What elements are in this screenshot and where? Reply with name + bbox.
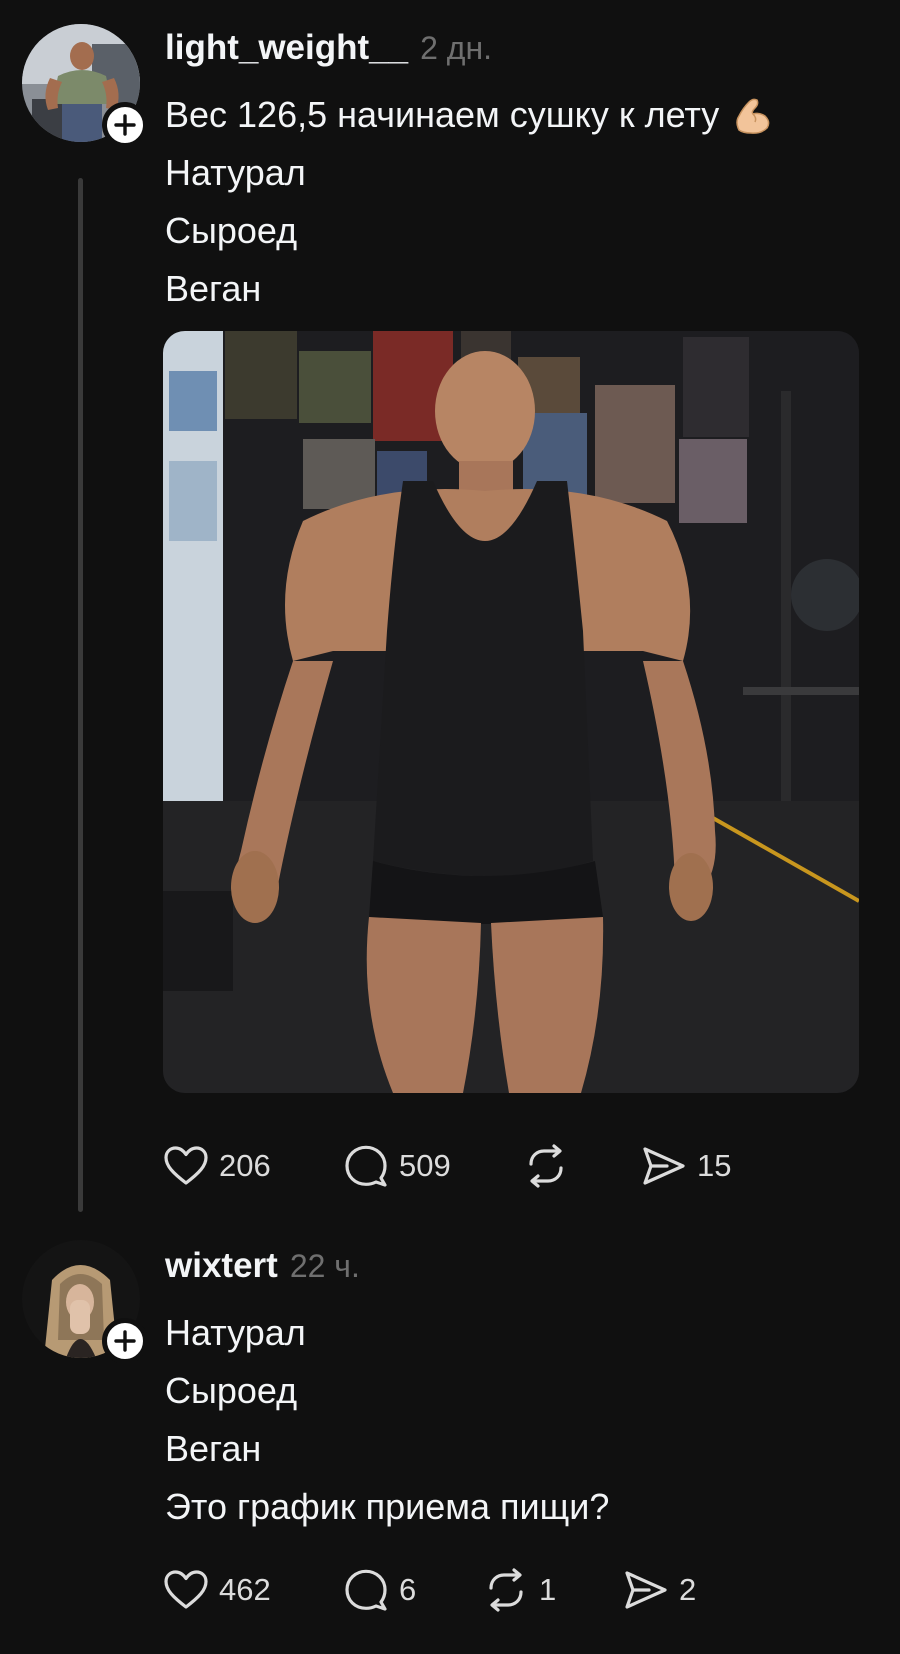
follow-button[interactable] xyxy=(102,102,148,148)
send-icon xyxy=(625,1571,667,1609)
post-1: light_weight__ 2 дн. Вес 126,5 начинаем … xyxy=(0,0,900,1220)
post-text: Вес 126,5 начинаем сушку к лету Натурал … xyxy=(165,86,773,318)
post-header: wixtert 22 ч. xyxy=(165,1246,360,1286)
author-avatar-wrap[interactable] xyxy=(22,1240,148,1364)
flexed-biceps-icon xyxy=(731,94,773,136)
like-count: 206 xyxy=(219,1148,271,1183)
post-actions: 462 6 1 2 xyxy=(163,1568,743,1612)
text-line: Вес 126,5 начинаем сушку к лету xyxy=(165,86,773,144)
like-button[interactable]: 462 xyxy=(163,1569,343,1611)
comment-count: 6 xyxy=(399,1572,417,1607)
post-header: light_weight__ 2 дн. xyxy=(165,28,492,68)
share-button[interactable]: 2 xyxy=(623,1569,743,1611)
comment-button[interactable]: 6 xyxy=(343,1568,483,1612)
post-actions: 206 509 15 xyxy=(163,1144,761,1188)
text-line: Сыроед xyxy=(165,1370,298,1411)
text-line: Сыроед xyxy=(165,210,298,251)
username[interactable]: wixtert xyxy=(165,1246,278,1286)
share-count: 2 xyxy=(679,1572,697,1607)
heart-icon xyxy=(164,1570,208,1609)
plus-icon xyxy=(114,1330,136,1352)
repost-icon xyxy=(489,1568,523,1612)
comment-count: 509 xyxy=(399,1148,451,1183)
post-image[interactable] xyxy=(163,331,859,1093)
repost-icon xyxy=(529,1144,563,1188)
share-count: 15 xyxy=(697,1148,732,1183)
like-count: 462 xyxy=(219,1572,271,1607)
text-line: Натурал xyxy=(165,152,306,193)
author-avatar-wrap[interactable] xyxy=(22,24,148,148)
timestamp: 22 ч. xyxy=(289,1248,360,1284)
post-text: Натурал Сыроед Веган Это график приема п… xyxy=(165,1304,609,1536)
heart-icon xyxy=(164,1146,208,1185)
share-button[interactable]: 15 xyxy=(641,1145,761,1187)
plus-icon xyxy=(114,114,136,136)
thread-line xyxy=(78,178,83,1212)
repost-count: 1 xyxy=(539,1572,557,1607)
username[interactable]: light_weight__ xyxy=(165,28,408,68)
comment-button[interactable]: 509 xyxy=(343,1144,523,1188)
timestamp: 2 дн. xyxy=(420,30,493,66)
follow-button[interactable] xyxy=(102,1318,148,1364)
like-button[interactable]: 206 xyxy=(163,1145,343,1187)
send-icon xyxy=(643,1147,685,1185)
comment-icon xyxy=(345,1145,387,1187)
repost-button[interactable]: 1 xyxy=(483,1568,623,1612)
text-line: Веган xyxy=(165,1428,262,1469)
text-line: Веган xyxy=(165,268,262,309)
text-line: Это график приема пищи? xyxy=(165,1486,610,1527)
repost-button[interactable] xyxy=(523,1144,641,1188)
text-line: Натурал xyxy=(165,1312,306,1353)
comment-icon xyxy=(345,1569,387,1611)
post-2: wixtert 22 ч. Натурал Сыроед Веган Это г… xyxy=(0,1220,900,1654)
